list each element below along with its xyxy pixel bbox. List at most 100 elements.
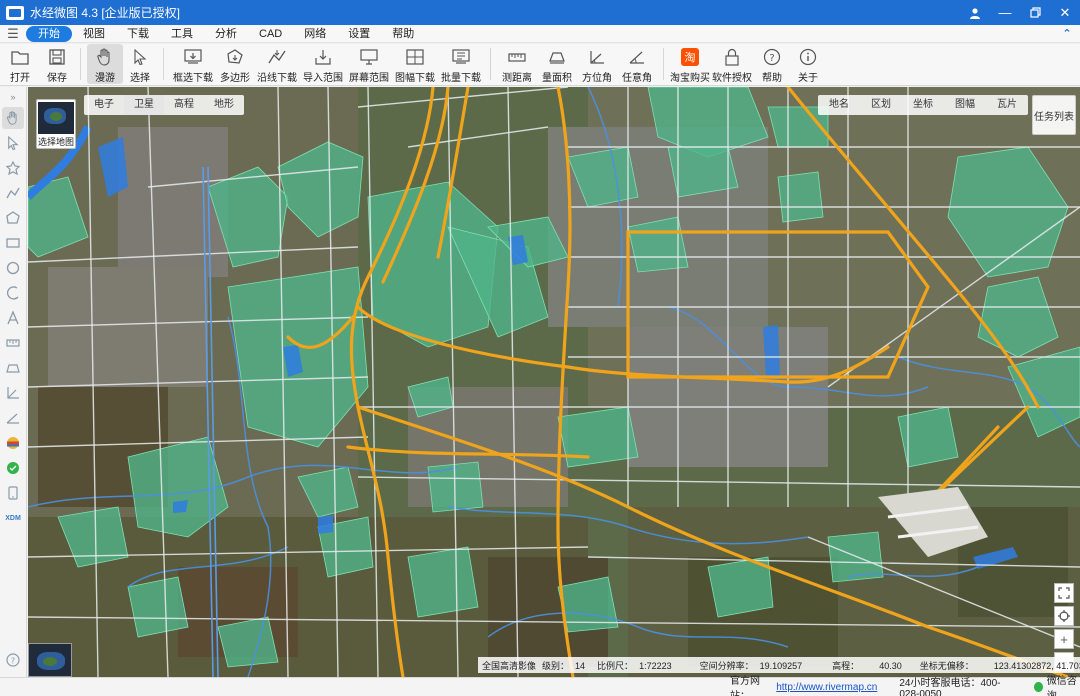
select-map-button[interactable]: 选择地图: [36, 99, 76, 149]
help-label: 帮助: [762, 73, 782, 84]
taobao-buy-button[interactable]: 淘 淘宝购买: [670, 44, 710, 84]
wechat-icon: [1034, 682, 1043, 692]
window-title: 水经微图 4.3 [企业版已授权]: [30, 6, 181, 20]
pan-hand-icon[interactable]: [2, 107, 24, 129]
measure-area-icon[interactable]: [2, 357, 24, 379]
coord-value: 123.41302872, 41.70329348: [993, 660, 1080, 671]
layer-tiles[interactable]: 瓦片: [986, 95, 1028, 115]
map-type-satellite[interactable]: 卫星: [124, 95, 164, 115]
menu-bar: ☰ 开始 视图 下载 工具 分析 CAD 网络 设置 帮助 ⌃: [0, 25, 1080, 43]
coord-label: 坐标无偏移：: [919, 660, 974, 671]
draw-polygon-icon[interactable]: [2, 207, 24, 229]
open-button[interactable]: 打开: [0, 44, 40, 84]
menu-cad[interactable]: CAD: [248, 26, 293, 42]
restore-button[interactable]: [1020, 0, 1050, 25]
layer-place-names[interactable]: 地名: [818, 95, 860, 115]
browse-button[interactable]: 漫游: [87, 44, 123, 84]
save-button[interactable]: 保存: [40, 44, 74, 84]
hotline-text: 24小时客服电话：400-028-0050: [899, 678, 1001, 696]
azimuth-tool-icon[interactable]: [2, 382, 24, 404]
xdm-icon[interactable]: XDM: [2, 507, 24, 529]
draw-rectangle-icon[interactable]: [2, 232, 24, 254]
import-range-button[interactable]: 导入范围: [300, 44, 346, 84]
green-circle-icon[interactable]: [2, 457, 24, 479]
about-button[interactable]: 关于: [790, 44, 826, 84]
arbitrary-angle-button[interactable]: 任意角: [617, 44, 657, 84]
map-type-terrain[interactable]: 地形: [204, 95, 244, 115]
polygon-button[interactable]: 多边形: [216, 44, 254, 84]
monitor-icon: [359, 47, 379, 67]
menu-start[interactable]: 开始: [26, 25, 72, 42]
azimuth-button[interactable]: 方位角: [577, 44, 617, 84]
measure-distance-label: 测距离: [502, 73, 532, 84]
angle-tool-icon[interactable]: [2, 407, 24, 429]
menu-view[interactable]: 视图: [72, 26, 116, 42]
map-canvas[interactable]: 选择地图 电子 卫星 高程 地形 地名 区划 坐标 图幅 瓦片 任务列表 + −…: [28, 87, 1080, 677]
wechat-label: 微信咨询: [1046, 676, 1077, 696]
expand-panel-icon[interactable]: »: [2, 90, 24, 104]
help-circle-icon[interactable]: ?: [2, 649, 24, 671]
menu-download[interactable]: 下载: [116, 26, 160, 42]
level-value: 14: [575, 660, 586, 671]
official-site-label: 官方网站：: [730, 676, 760, 696]
map-type-electronic[interactable]: 电子: [84, 95, 124, 115]
text-label-icon[interactable]: [2, 307, 24, 329]
line-download-button[interactable]: 沿线下载: [254, 44, 300, 84]
question-icon: ?: [762, 47, 782, 67]
batch-download-icon: [451, 47, 471, 67]
resolution-value: 19.109257: [759, 660, 803, 671]
grid-sheet-icon: [405, 47, 425, 67]
collapse-ribbon-icon[interactable]: ⌃: [1054, 27, 1080, 40]
menu-help[interactable]: 帮助: [381, 26, 425, 42]
license-button[interactable]: 软件授权: [710, 44, 754, 84]
batch-download-button[interactable]: 批量下载: [438, 44, 484, 84]
menu-network[interactable]: 网络: [293, 26, 337, 42]
box-download-button[interactable]: 框选下载: [170, 44, 216, 84]
screen-range-button[interactable]: 屏幕范围: [346, 44, 392, 84]
task-list-button[interactable]: 任务列表: [1032, 95, 1076, 135]
about-label: 关于: [798, 73, 818, 84]
measure-distance-button[interactable]: 测距离: [497, 44, 537, 84]
locate-icon[interactable]: [1054, 606, 1074, 626]
level-label: 级别：: [542, 660, 570, 671]
minimize-button[interactable]: —: [990, 0, 1020, 25]
layer-sheets[interactable]: 图幅: [944, 95, 986, 115]
imagery-source: 全国高清影像: [482, 660, 537, 671]
folder-icon: [10, 47, 30, 67]
draw-line-icon[interactable]: [2, 182, 24, 204]
hamburger-menu-icon[interactable]: ☰: [0, 26, 26, 42]
polygon-icon: [225, 47, 245, 67]
help-button[interactable]: ? 帮助: [754, 44, 790, 84]
layer-admin-divisions[interactable]: 区划: [860, 95, 902, 115]
layer-coordinates[interactable]: 坐标: [902, 95, 944, 115]
wechat-consult-button[interactable]: 微信咨询: [1034, 672, 1080, 696]
marker-icon[interactable]: [2, 157, 24, 179]
full-extent-icon[interactable]: [1054, 583, 1074, 603]
zoom-in-button[interactable]: +: [1054, 629, 1074, 649]
resolution-label: 空间分辨率：: [699, 660, 754, 671]
import-icon: [313, 47, 333, 67]
select-button[interactable]: 选择: [123, 44, 157, 84]
toolbar-divider: [80, 48, 81, 80]
measure-ruler-icon[interactable]: [2, 332, 24, 354]
map-type-elevation[interactable]: 高程: [164, 95, 204, 115]
sheet-download-button[interactable]: 图幅下载: [392, 44, 438, 84]
elevation-label: 高程：: [832, 660, 860, 671]
batch-download-label: 批量下载: [441, 73, 481, 84]
select-arrow-icon[interactable]: [2, 132, 24, 154]
official-site-link[interactable]: http://www.rivermap.cn: [776, 682, 877, 693]
measure-area-label: 量面积: [542, 73, 572, 84]
overview-minimap[interactable]: [28, 643, 72, 677]
menu-analysis[interactable]: 分析: [204, 26, 248, 42]
menu-settings[interactable]: 设置: [337, 26, 381, 42]
draw-circle-icon[interactable]: [2, 257, 24, 279]
close-button[interactable]: ✕: [1050, 0, 1080, 25]
draw-arc-icon[interactable]: [2, 282, 24, 304]
mobile-phone-icon[interactable]: [2, 482, 24, 504]
line-download-label: 沿线下载: [257, 73, 297, 84]
measure-area-button[interactable]: 量面积: [537, 44, 577, 84]
color-palette-icon[interactable]: [2, 432, 24, 454]
menu-tools[interactable]: 工具: [160, 26, 204, 42]
overlay-layer-switcher: 地名 区划 坐标 图幅 瓦片: [818, 95, 1028, 115]
user-icon[interactable]: [960, 0, 990, 25]
